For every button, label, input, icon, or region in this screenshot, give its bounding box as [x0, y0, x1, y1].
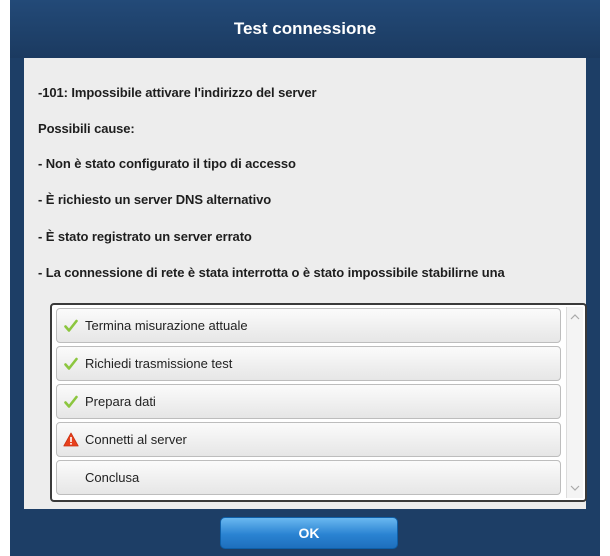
checkmark-icon	[63, 356, 79, 372]
step-label: Termina misurazione attuale	[85, 318, 248, 333]
scroll-up-icon[interactable]	[567, 309, 583, 325]
connection-test-dialog: Test connessione -101: Impossibile attiv…	[10, 0, 600, 556]
step-item: Connetti al server	[56, 422, 561, 457]
checkmark-icon	[63, 318, 79, 334]
scrollbar[interactable]	[566, 307, 583, 498]
progress-steps-list[interactable]: Termina misurazione attuale Richiedi tra…	[50, 303, 587, 502]
step-label: Richiedi trasmissione test	[85, 356, 233, 371]
causes-heading: Possibili cause:	[38, 121, 135, 136]
scroll-down-icon[interactable]	[567, 480, 583, 496]
checkmark-icon	[63, 394, 79, 410]
step-item: Conclusa	[56, 460, 561, 495]
cause-item: - La connessione di rete è stata interro…	[38, 265, 505, 280]
step-item: Prepara dati	[56, 384, 561, 419]
step-label: Prepara dati	[85, 394, 156, 409]
dialog-title: Test connessione	[233, 19, 377, 38]
cause-item: - Non è stato configurato il tipo di acc…	[38, 156, 296, 171]
step-label: Connetti al server	[85, 432, 187, 447]
ok-button[interactable]: OK	[220, 517, 398, 549]
error-message: -101: Impossibile attivare l'indirizzo d…	[38, 85, 317, 100]
step-item: Richiedi trasmissione test	[56, 346, 561, 381]
warning-icon	[63, 432, 79, 448]
step-label: Conclusa	[85, 470, 140, 485]
dialog-titlebar: Test connessione	[10, 0, 600, 58]
cause-item: - È richiesto un server DNS alternativo	[38, 192, 272, 207]
step-item: Termina misurazione attuale	[56, 308, 561, 343]
dialog-content: -101: Impossibile attivare l'indirizzo d…	[24, 58, 587, 509]
cause-item: - È stato registrato un server errato	[38, 229, 252, 244]
dialog-footer: OK	[10, 509, 600, 556]
